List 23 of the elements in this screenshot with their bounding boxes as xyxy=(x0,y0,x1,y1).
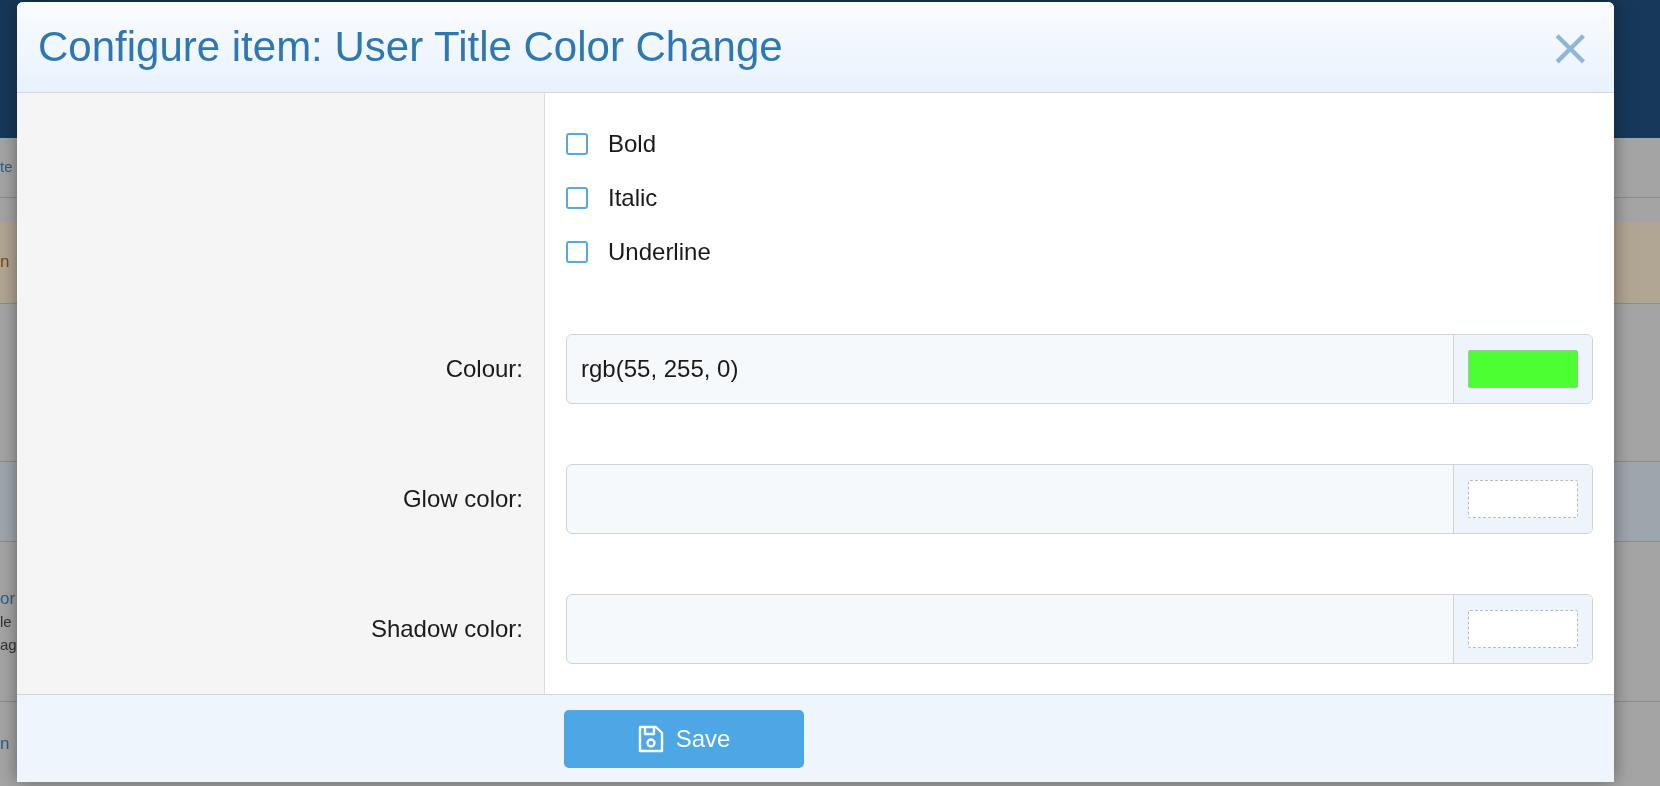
color-input-field[interactable]: rgb(55, 255, 0) xyxy=(567,335,1453,403)
background-text-fragment: ag xyxy=(0,636,17,654)
background-text-fragment: le xyxy=(0,614,12,631)
background-text-fragment: n xyxy=(0,253,10,272)
field-label: Glow color: xyxy=(402,485,524,513)
field-label: Shadow color: xyxy=(370,615,524,643)
checkbox-label: Underline xyxy=(608,238,711,266)
checkbox-label: Italic xyxy=(608,184,658,212)
background-text-fragment: or xyxy=(0,589,16,609)
checkbox[interactable] xyxy=(566,241,588,263)
color-field[interactable] xyxy=(566,594,1593,664)
color-swatch[interactable] xyxy=(1468,350,1578,388)
color-field[interactable] xyxy=(566,464,1593,534)
background-text-fragment: n xyxy=(0,734,10,754)
color-swatch[interactable] xyxy=(1468,480,1578,518)
checkbox-label: Bold xyxy=(608,130,657,158)
color-field[interactable]: rgb(55, 255, 0) xyxy=(566,334,1593,404)
checkbox[interactable] xyxy=(566,133,588,155)
checkbox[interactable] xyxy=(566,187,588,209)
color-swatch[interactable] xyxy=(1468,610,1578,648)
background-text-fragment: te xyxy=(0,159,13,176)
dialog-title: Configure item: User Title Color Change xyxy=(38,23,783,71)
field-label: Colour: xyxy=(445,355,524,383)
